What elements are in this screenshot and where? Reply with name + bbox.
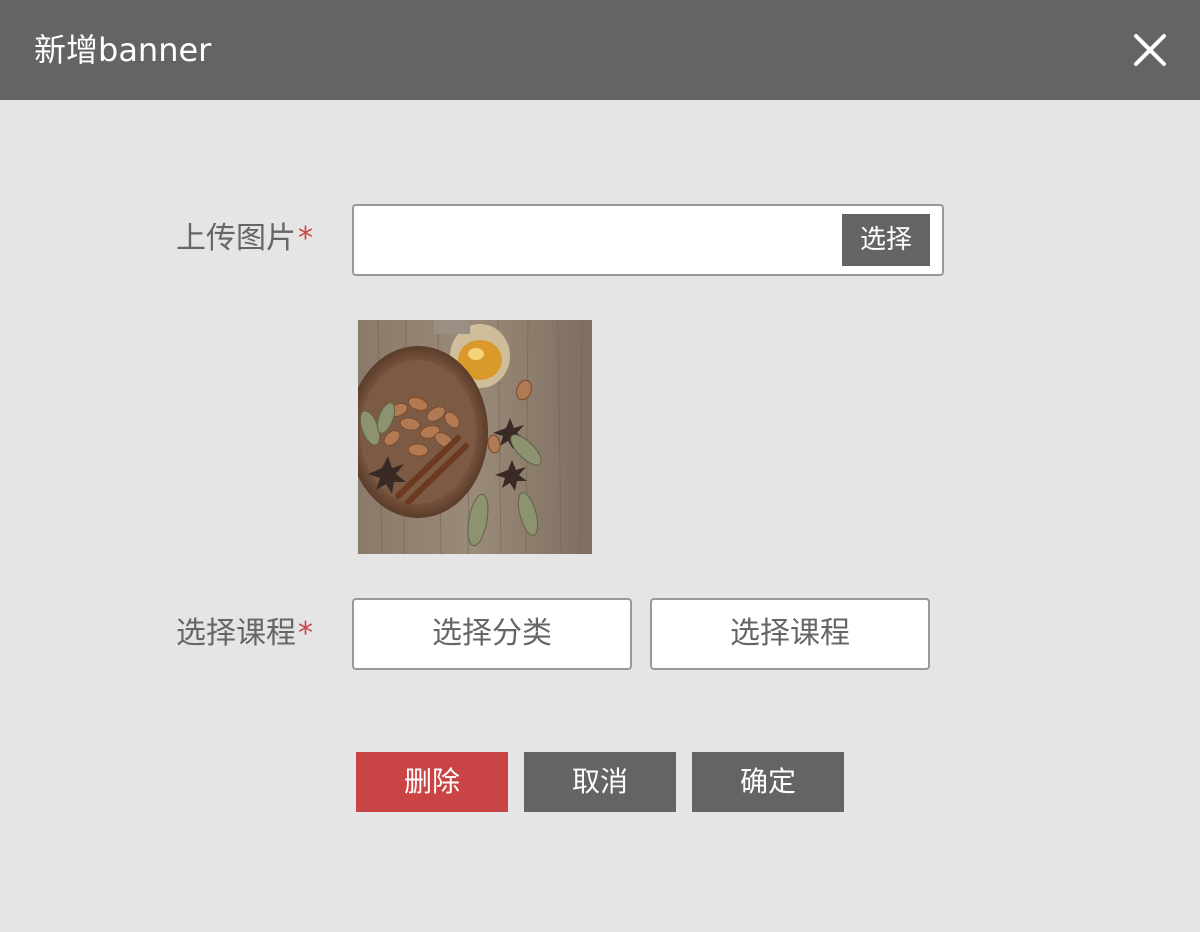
delete-button[interactable]: 删除 [356,752,508,812]
required-mark: * [298,221,313,256]
dialog-title: 新增banner [34,31,212,69]
upload-image-label: 上传图片* [176,219,313,259]
select-course-dropdown[interactable]: 选择课程 [650,598,930,670]
close-icon [1134,34,1166,66]
select-course-label-text: 选择课程 [176,616,296,651]
dialog-header: 新增banner [0,0,1200,100]
upload-image-label-text: 上传图片 [176,221,296,256]
select-course-label: 选择课程* [176,614,313,654]
upload-image-field[interactable]: 选择 [352,204,944,276]
cancel-button[interactable]: 取消 [524,752,676,812]
close-button[interactable] [1128,28,1172,72]
required-mark: * [298,616,313,651]
select-category-dropdown[interactable]: 选择分类 [352,598,632,670]
uploaded-image-preview [358,320,592,554]
choose-file-button[interactable]: 选择 [842,214,930,266]
confirm-button[interactable]: 确定 [692,752,844,812]
